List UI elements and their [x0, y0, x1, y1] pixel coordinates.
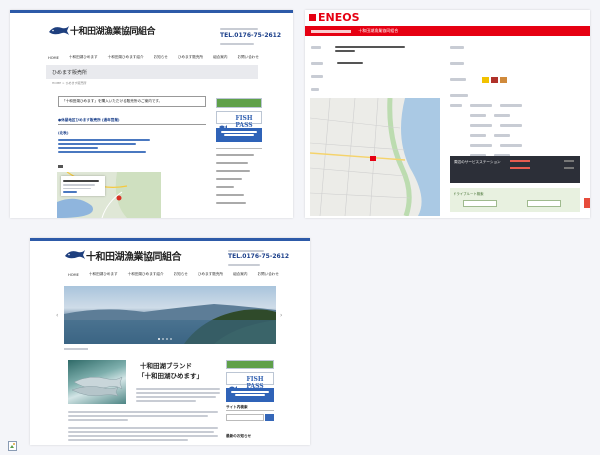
- brand-headline-2: 「十和田湖ひめます」: [138, 372, 203, 380]
- shop-details: [58, 137, 158, 155]
- body-paragraphs: [68, 409, 222, 443]
- nav-item[interactable]: お知らせ: [154, 55, 168, 60]
- slider-dots: [158, 338, 172, 340]
- shop-name: (北秋): [58, 131, 69, 135]
- nav-item[interactable]: 組合案内: [213, 55, 227, 60]
- nav-item[interactable]: ひめます販売所: [178, 55, 203, 60]
- header-hours: [228, 262, 268, 268]
- broken-image-icon: [8, 436, 17, 451]
- service-icon: [482, 76, 489, 83]
- sidebar-banner-top[interactable]: [226, 360, 274, 369]
- screenshot-himemasu-shop-page: 十和田湖漁業協同組合 TEL.0176-75-2612 HOME 十和田湖ひめま…: [10, 10, 293, 218]
- intro-box: 「十和田湖ひめます」を購入いただける販売所のご案内です。: [58, 96, 206, 107]
- divider: [58, 124, 206, 125]
- info-blue-banner[interactable]: [216, 128, 262, 142]
- nav-item[interactable]: 十和田湖ひめます紹介: [108, 55, 144, 60]
- breadcrumb[interactable]: [64, 348, 88, 350]
- nearby-stations-panel: 周辺のサービスステーション: [450, 156, 580, 183]
- nav-item[interactable]: HOME: [68, 273, 79, 277]
- nav-item[interactable]: お知らせ: [174, 272, 188, 277]
- header-tel: TEL.0176-75-2612: [220, 32, 282, 39]
- fishpass-logo-text: FISH PASS: [235, 114, 253, 129]
- slider-dot[interactable]: [170, 338, 172, 340]
- nav-item[interactable]: HOME: [48, 56, 59, 60]
- nav-item[interactable]: 十和田湖ひめます紹介: [128, 272, 164, 277]
- slider-dot[interactable]: [162, 338, 164, 340]
- slider-prev-icon[interactable]: ‹: [56, 312, 58, 319]
- fishpass-banner[interactable]: FISH PASS: [216, 111, 262, 129]
- slider-dot[interactable]: [158, 338, 160, 340]
- top-accent-bar: [30, 238, 310, 241]
- hours-table: [450, 102, 585, 159]
- main-nav: HOME 十和田湖ひめます 十和田湖ひめます紹介 お知らせ ひめます販売所 組合…: [68, 272, 279, 277]
- info-blue-banner[interactable]: [226, 388, 274, 402]
- scroll-top-button[interactable]: [584, 198, 590, 208]
- fish-icon: [229, 376, 237, 390]
- drive-route-panel: ドライブルート検索: [450, 188, 580, 212]
- drive-route-title: ドライブルート検索: [453, 192, 484, 196]
- divider: [226, 410, 274, 411]
- brand-description: [136, 386, 222, 404]
- screenshot-eneos-station-page: ENEOS 十和田湖漁業協同組合 周辺のサービスステーション ドライブルート検索: [305, 10, 590, 218]
- nav-item[interactable]: 十和田湖ひめます: [89, 272, 118, 277]
- sidebar-menu: [216, 148, 262, 206]
- himemasu-fish-image: [68, 360, 126, 404]
- eneos-mark-icon: [309, 14, 316, 21]
- route-to-button[interactable]: [527, 200, 561, 207]
- station-title-bar: 十和田湖漁業協同組合: [305, 26, 590, 36]
- map-info-card: [61, 176, 105, 196]
- header-tel: TEL.0176-75-2612: [228, 253, 290, 260]
- top-accent-bar: [10, 10, 293, 13]
- nav-item[interactable]: 十和田湖ひめます: [69, 55, 98, 60]
- news-heading: 最新のお知らせ: [226, 434, 252, 438]
- map-label: [58, 165, 63, 168]
- main-nav: HOME 十和田湖ひめます 十和田湖ひめます紹介 お知らせ ひめます販売所 組合…: [48, 55, 259, 60]
- eneos-logo[interactable]: ENEOS: [318, 11, 360, 24]
- fish-icon: [219, 115, 227, 129]
- route-from-button[interactable]: [463, 200, 497, 207]
- site-logo-text[interactable]: 十和田湖漁業協同組合: [86, 248, 182, 263]
- fishpass-banner[interactable]: FISH PASS: [226, 372, 274, 390]
- service-icon: [500, 76, 507, 83]
- service-icon: [491, 76, 498, 83]
- station-name: 十和田湖漁業協同組合: [358, 28, 399, 33]
- hero-slider-image[interactable]: [64, 286, 276, 344]
- site-search-button[interactable]: [265, 414, 274, 421]
- service-icons: [482, 76, 507, 83]
- brand-headline-1: 十和田湖ブランド: [140, 362, 192, 370]
- nav-item[interactable]: お問い合わせ: [237, 55, 259, 60]
- breadcrumb[interactable]: HOME > ひめます販売所: [52, 81, 87, 85]
- header-hours: [220, 41, 260, 47]
- page-title: ひめます販売所: [52, 70, 88, 76]
- service-info: [450, 44, 585, 108]
- fish-logo-icon[interactable]: [64, 246, 86, 260]
- nav-item[interactable]: 組合案内: [233, 272, 247, 277]
- slider-next-icon[interactable]: ›: [280, 312, 282, 319]
- site-logo-text[interactable]: 十和田湖漁業協同組合: [70, 24, 156, 37]
- station-map[interactable]: [310, 98, 440, 216]
- site-search-input[interactable]: [226, 414, 264, 421]
- fish-logo-icon[interactable]: [48, 22, 70, 36]
- screenshot-himemasu-brand-page: 十和田湖漁業協同組合 TEL.0176-75-2612 HOME 十和田湖ひめま…: [30, 238, 310, 445]
- nav-item[interactable]: ひめます販売所: [198, 272, 223, 277]
- nav-item[interactable]: お問い合わせ: [257, 272, 279, 277]
- sidebar-banner-top[interactable]: [216, 98, 262, 108]
- slider-dot[interactable]: [166, 338, 168, 340]
- station-info-table: [311, 44, 441, 93]
- shop-heading: ●休屋地区ひめます販売所 (通年営業): [58, 118, 120, 122]
